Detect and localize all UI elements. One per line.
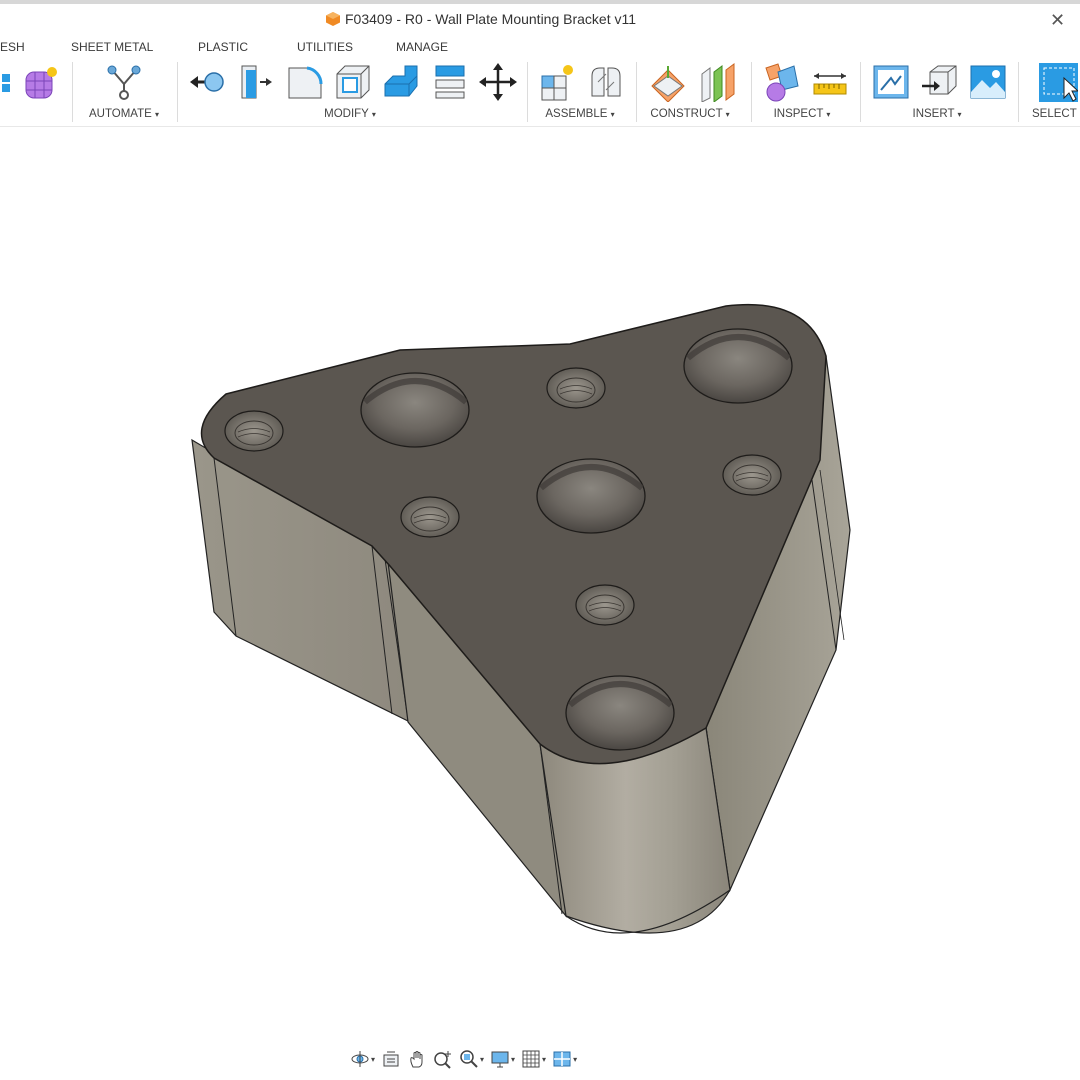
large-hole[interactable] bbox=[683, 328, 793, 404]
inspect-menu[interactable]: INSPECT ▾ bbox=[774, 108, 831, 120]
large-hole[interactable] bbox=[565, 675, 675, 751]
construct-menu[interactable]: CONSTRUCT ▾ bbox=[650, 108, 729, 120]
decal-icon[interactable] bbox=[968, 62, 1008, 102]
tapped-hole[interactable] bbox=[400, 496, 460, 538]
chevron-down-icon: ▾ bbox=[725, 110, 730, 119]
orbit-button[interactable]: ▾ bbox=[350, 1049, 375, 1069]
document-title: F03409 - R0 - Wall Plate Mounting Bracke… bbox=[326, 11, 636, 27]
chevron-down-icon: ▾ bbox=[371, 1054, 376, 1064]
tapped-hole[interactable] bbox=[575, 584, 635, 626]
insert-label: INSERT bbox=[912, 108, 955, 120]
canvas-viewport[interactable] bbox=[0, 127, 1080, 1027]
press-pull-icon[interactable] bbox=[188, 62, 228, 102]
tab-plastic[interactable]: PLASTIC bbox=[198, 40, 248, 54]
automate-icon[interactable] bbox=[104, 62, 144, 102]
grid-icon bbox=[522, 1050, 540, 1068]
close-icon[interactable]: ✕ bbox=[1050, 10, 1065, 31]
tapped-hole[interactable] bbox=[224, 410, 284, 452]
pan-button[interactable] bbox=[407, 1049, 427, 1069]
document-icon bbox=[326, 12, 340, 26]
tapped-hole[interactable] bbox=[546, 367, 606, 409]
chevron-down-icon: ▾ bbox=[511, 1054, 516, 1064]
viewports-icon bbox=[553, 1051, 571, 1067]
bracket-model[interactable] bbox=[0, 127, 1080, 1027]
orbit-icon bbox=[351, 1051, 369, 1067]
tab-mesh[interactable]: ESH bbox=[0, 40, 25, 54]
tab-sheet-metal[interactable]: SHEET METAL bbox=[71, 40, 153, 54]
large-hole[interactable] bbox=[536, 458, 646, 534]
chevron-down-icon: ▾ bbox=[573, 1054, 578, 1064]
look-at-icon bbox=[383, 1051, 399, 1067]
separator bbox=[751, 62, 752, 122]
modify-label: MODIFY bbox=[324, 108, 369, 120]
chevron-down-icon: ▾ bbox=[957, 110, 962, 119]
shell-icon[interactable] bbox=[333, 62, 373, 102]
midplane-icon[interactable] bbox=[698, 62, 738, 102]
insert-mesh-icon[interactable] bbox=[920, 62, 960, 102]
tab-utilities[interactable]: UTILITIES bbox=[297, 40, 353, 54]
pan-icon bbox=[410, 1051, 423, 1068]
insert-canvas-icon[interactable] bbox=[871, 62, 911, 102]
chevron-down-icon: ▾ bbox=[480, 1054, 485, 1064]
assemble-label: ASSEMBLE bbox=[545, 108, 608, 120]
separator bbox=[177, 62, 178, 122]
tab-manage[interactable]: MANAGE bbox=[396, 40, 448, 54]
chevron-down-icon: ▾ bbox=[826, 110, 831, 119]
chevron-down-icon: ▾ bbox=[542, 1054, 547, 1064]
select-icon[interactable] bbox=[1038, 62, 1080, 102]
chamfer-icon[interactable] bbox=[285, 62, 325, 102]
grid-settings-button[interactable]: ▾ bbox=[521, 1049, 546, 1069]
modify-menu[interactable]: MODIFY ▾ bbox=[324, 108, 376, 120]
separator bbox=[860, 62, 861, 122]
fillet-icon[interactable] bbox=[236, 62, 276, 102]
toolbar-tabs: ESH SHEET METAL PLASTIC UTILITIES MANAGE bbox=[0, 40, 1080, 56]
select-label: SELECT bbox=[1032, 108, 1077, 120]
select-menu[interactable]: SELECT bbox=[1032, 108, 1077, 120]
box-icon[interactable] bbox=[0, 62, 16, 102]
offset-plane-icon[interactable] bbox=[648, 62, 688, 102]
zoom-icon bbox=[434, 1051, 452, 1069]
inspect-label: INSPECT bbox=[773, 108, 824, 120]
new-component-icon[interactable] bbox=[538, 62, 578, 102]
tapped-hole[interactable] bbox=[722, 454, 782, 496]
title-bar: F03409 - R0 - Wall Plate Mounting Bracke… bbox=[0, 0, 1080, 36]
separator bbox=[527, 62, 528, 122]
fit-icon bbox=[460, 1050, 478, 1068]
automate-menu[interactable]: AUTOMATE ▾ bbox=[89, 108, 159, 120]
display-settings-icon bbox=[491, 1051, 509, 1068]
document-title-text: F03409 - R0 - Wall Plate Mounting Bracke… bbox=[345, 11, 637, 27]
measure-icon[interactable] bbox=[810, 62, 850, 102]
move-icon[interactable] bbox=[478, 62, 518, 102]
draft-icon[interactable] bbox=[381, 62, 421, 102]
construct-label: CONSTRUCT bbox=[650, 108, 723, 120]
large-hole[interactable] bbox=[360, 372, 470, 448]
scale-icon[interactable] bbox=[430, 62, 470, 102]
interference-icon[interactable] bbox=[762, 62, 802, 102]
chevron-down-icon: ▾ bbox=[155, 110, 160, 119]
joint-icon[interactable] bbox=[586, 62, 626, 102]
fit-button[interactable]: ▾ bbox=[459, 1049, 484, 1069]
chevron-down-icon: ▾ bbox=[610, 110, 615, 119]
display-settings-button[interactable]: ▾ bbox=[490, 1049, 515, 1069]
zoom-button[interactable] bbox=[433, 1049, 453, 1069]
chevron-down-icon: ▾ bbox=[371, 110, 376, 119]
separator bbox=[636, 62, 637, 122]
insert-menu[interactable]: INSERT ▾ bbox=[913, 108, 962, 120]
navigation-bar: ▾ ▾ ▾ ▾ ▾ bbox=[350, 1046, 577, 1072]
look-at-button[interactable] bbox=[381, 1049, 401, 1069]
ribbon: AUTOMATE ▾ MODIFY ▾ ASSEMBLE ▾ CONSTRUCT… bbox=[0, 58, 1080, 127]
separator bbox=[1018, 62, 1019, 122]
assemble-menu[interactable]: ASSEMBLE ▾ bbox=[545, 108, 614, 120]
separator bbox=[72, 62, 73, 122]
viewports-button[interactable]: ▾ bbox=[552, 1049, 577, 1069]
form-icon[interactable] bbox=[22, 62, 62, 102]
automate-label: AUTOMATE bbox=[88, 108, 152, 120]
